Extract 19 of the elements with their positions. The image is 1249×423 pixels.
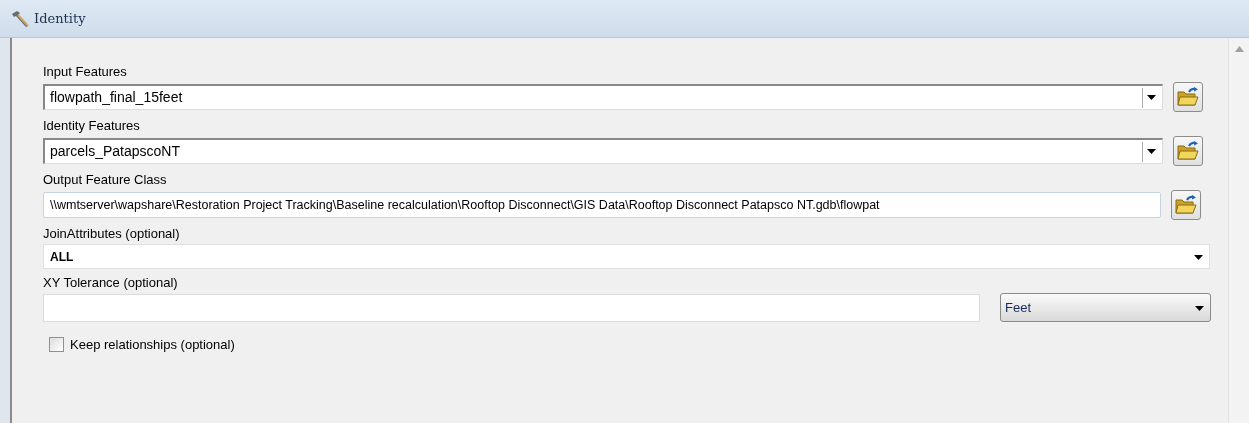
browse-button[interactable]	[1171, 190, 1201, 220]
scroll-up-icon[interactable]	[1234, 46, 1244, 52]
field-label: JoinAttributes (optional)	[43, 226, 181, 242]
unit-dropdown[interactable]: Feet	[1000, 293, 1211, 322]
window-title: Identity	[34, 9, 86, 28]
field-label: Identity Features	[43, 118, 141, 134]
hammer-icon	[10, 9, 30, 28]
browse-button[interactable]	[1173, 82, 1203, 112]
checkbox-label: Keep relationships (optional)	[70, 336, 235, 354]
field-label: Input Features	[43, 64, 128, 80]
dropdown-field[interactable]: ALL	[43, 244, 1210, 269]
combo-box[interactable]: parcels_PatapscoNT	[43, 138, 1163, 164]
field-label: XY Tolerance (optional)	[43, 275, 179, 291]
input-field[interactable]: \\wmtserver\wapshare\Restoration Project Tracking\Baseline recalculation\Rooftop Disconnect\GIS Data\Rooftop Disconnect Patapsco NT.gdb\flowpat	[43, 192, 1161, 218]
input-field[interactable]	[43, 293, 980, 322]
field-label: Output Feature Class	[43, 172, 168, 188]
browse-button[interactable]	[1173, 136, 1203, 166]
combo-box[interactable]: flowpath_final_15feet	[43, 84, 1163, 110]
checkbox[interactable]	[49, 337, 64, 353]
